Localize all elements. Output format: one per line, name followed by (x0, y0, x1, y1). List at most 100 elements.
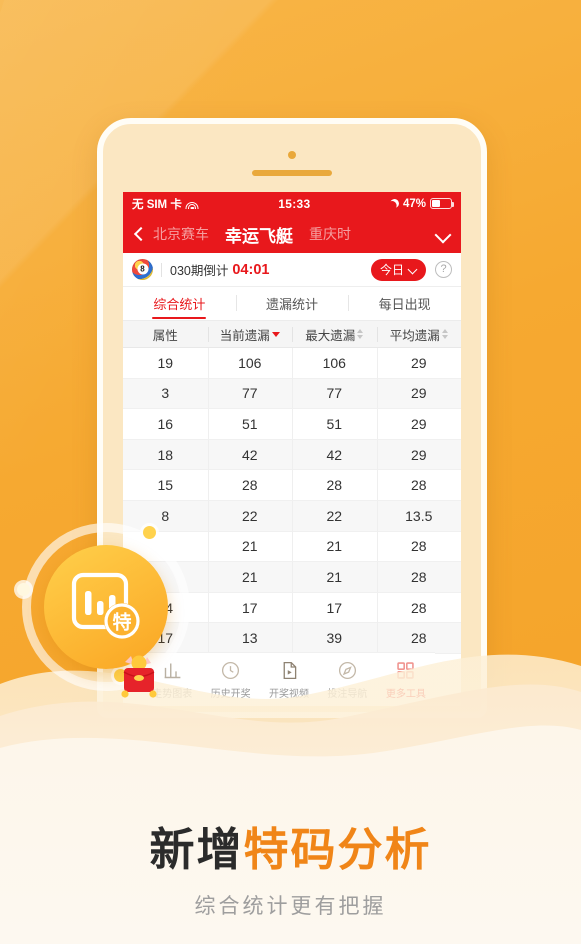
table-cell-3: 28 (376, 592, 462, 623)
table-cell-2: 42 (292, 439, 377, 470)
nav-item-beijing[interactable]: 北京赛车 (153, 224, 209, 244)
table-cell-3: 29 (376, 439, 462, 470)
table-row[interactable]: 15 28 28 28 (123, 470, 461, 501)
clock-icon (220, 660, 241, 681)
table-cell-1: 51 (207, 408, 293, 439)
table-cell-2: 28 (292, 470, 377, 501)
lottery-nav-bar: 北京赛车 幸运飞艇 重庆时 (123, 215, 461, 253)
table-cell-2: 21 (292, 561, 377, 592)
table-cell-0: 16 (157, 415, 174, 432)
status-bar: 无 SIM 卡 15:33 47% (123, 192, 461, 215)
table-cell-2: 22 (292, 500, 377, 531)
table-cell-3: 29 (376, 408, 462, 439)
video-file-icon (279, 660, 300, 681)
promo-headline-dark: 新增 (149, 823, 244, 876)
chevron-down-icon[interactable] (434, 225, 452, 243)
today-filter-label: 今日 (379, 263, 404, 277)
moon-icon (389, 198, 401, 210)
table-cell-1: 13 (207, 623, 293, 654)
table-cell-0: 18 (157, 446, 174, 463)
table-cell-3: 29 (376, 347, 462, 378)
table-cell-1: 22 (207, 500, 293, 531)
sort-descending-icon (271, 331, 280, 337)
nav-item-chongqing[interactable]: 重庆时 (309, 224, 351, 244)
promo-headline: 新增特码分析 (0, 826, 581, 873)
nav-item-xingyunfeiting[interactable]: 幸运飞艇 (225, 222, 293, 247)
wifi-icon (185, 199, 199, 209)
lottery-ball-icon: 8 (132, 259, 153, 280)
table-cell-0: 19 (157, 354, 174, 371)
promo-headline-accent: 特码分析 (243, 823, 432, 876)
today-filter-button[interactable]: 今日 (370, 258, 426, 281)
statistics-tab-bar: 综合统计 遗漏统计 每日出现 (123, 287, 461, 321)
table-cell-0: 3 (161, 385, 170, 402)
table-row[interactable]: 19 106 106 29 (123, 347, 462, 379)
column-header-attribute[interactable]: 属性 (123, 321, 208, 347)
tabbar-item-navigation[interactable]: 投注导航 (318, 660, 376, 700)
sort-icon (357, 329, 364, 339)
column-header-current-omission[interactable]: 当前遗漏 (207, 321, 293, 347)
countdown-bar: 8 030期倒计 04:01 今日 ? (123, 253, 461, 287)
column-header-label: 平均遗漏 (389, 328, 440, 343)
table-cell-2: 17 (292, 592, 377, 623)
table-cell-3: 28 (376, 561, 462, 592)
tab-omission-stats[interactable]: 遗漏统计 (235, 287, 349, 320)
tabbar-item-label: 开奖视频 (269, 688, 310, 700)
tabbar-item-history[interactable]: 历史开奖 (201, 660, 259, 700)
badge-core: 特 (44, 545, 168, 669)
compass-icon (337, 660, 358, 681)
table-cell-1: 106 (207, 347, 293, 378)
table-cell-2: 51 (292, 408, 377, 439)
table-cell-1: 77 (207, 378, 293, 409)
earpiece-speaker (252, 170, 332, 176)
battery-icon (430, 198, 455, 209)
table-cell-1: 21 (207, 561, 293, 592)
column-header-average-omission[interactable]: 平均遗漏 (376, 321, 462, 347)
table-cell-0: 15 (157, 477, 174, 494)
badge-character: 特 (112, 612, 131, 634)
grid-icon (395, 660, 416, 681)
front-camera-icon (288, 151, 296, 159)
status-clock: 15:33 (278, 196, 311, 211)
help-icon[interactable]: ? (435, 261, 452, 278)
tabbar-item-label: 更多工具 (385, 688, 426, 700)
table-cell-2: 39 (292, 623, 377, 654)
table-cell-2: 106 (292, 347, 377, 378)
carrier-label: 无 SIM 卡 (132, 198, 182, 211)
column-header-label: 当前遗漏 (219, 328, 270, 343)
tabbar-item-label: 投注导航 (327, 688, 368, 700)
table-row[interactable]: 16 51 51 29 (123, 408, 462, 440)
tabbar-item-more-tools[interactable]: 更多工具 (377, 660, 435, 700)
back-icon[interactable] (132, 227, 146, 241)
table-cell-3: 28 (376, 623, 462, 654)
promo-text-block: 新增特码分析 综合统计更有把握 (0, 826, 581, 920)
promo-screenshot: 无 SIM 卡 15:33 47% 北京赛车 幸运飞艇 重庆时 8 030期倒计… (0, 0, 581, 944)
lottery-ball-number: 8 (137, 263, 148, 275)
table-cell-2: 21 (292, 531, 377, 562)
promo-subline: 综合统计更有把握 (194, 894, 387, 919)
tab-comprehensive-stats[interactable]: 综合统计 (123, 287, 236, 320)
table-cell-1: 17 (207, 592, 293, 623)
countdown-timer: 04:01 (232, 261, 270, 278)
tabbar-item-label: 历史开奖 (210, 688, 251, 700)
red-envelope-sticker (113, 652, 165, 700)
table-row[interactable]: 18 42 42 29 (123, 439, 462, 471)
table-row[interactable]: 3 77 77 29 (123, 378, 462, 410)
table-cell-1: 28 (207, 470, 293, 501)
column-header-label: 最大遗漏 (305, 328, 356, 343)
table-header-row: 属性 当前遗漏 最大遗漏 平均遗漏 (123, 321, 461, 348)
table-cell-3: 28 (376, 531, 462, 562)
table-cell-0: 8 (161, 507, 170, 524)
column-header-label: 属性 (152, 328, 178, 343)
table-cell-2: 77 (292, 378, 377, 409)
table-cell-1: 42 (207, 439, 293, 470)
column-header-max-omission[interactable]: 最大遗漏 (292, 321, 377, 347)
badge-ring-dot (143, 526, 156, 539)
sort-icon (441, 329, 448, 339)
chevron-down-icon (409, 266, 417, 274)
table-cell-3: 29 (376, 378, 462, 409)
red-envelope-icon (121, 655, 157, 698)
tabbar-item-video[interactable]: 开奖视频 (260, 660, 318, 700)
divider (161, 262, 162, 277)
tab-daily-occurrence[interactable]: 每日出现 (348, 287, 461, 320)
